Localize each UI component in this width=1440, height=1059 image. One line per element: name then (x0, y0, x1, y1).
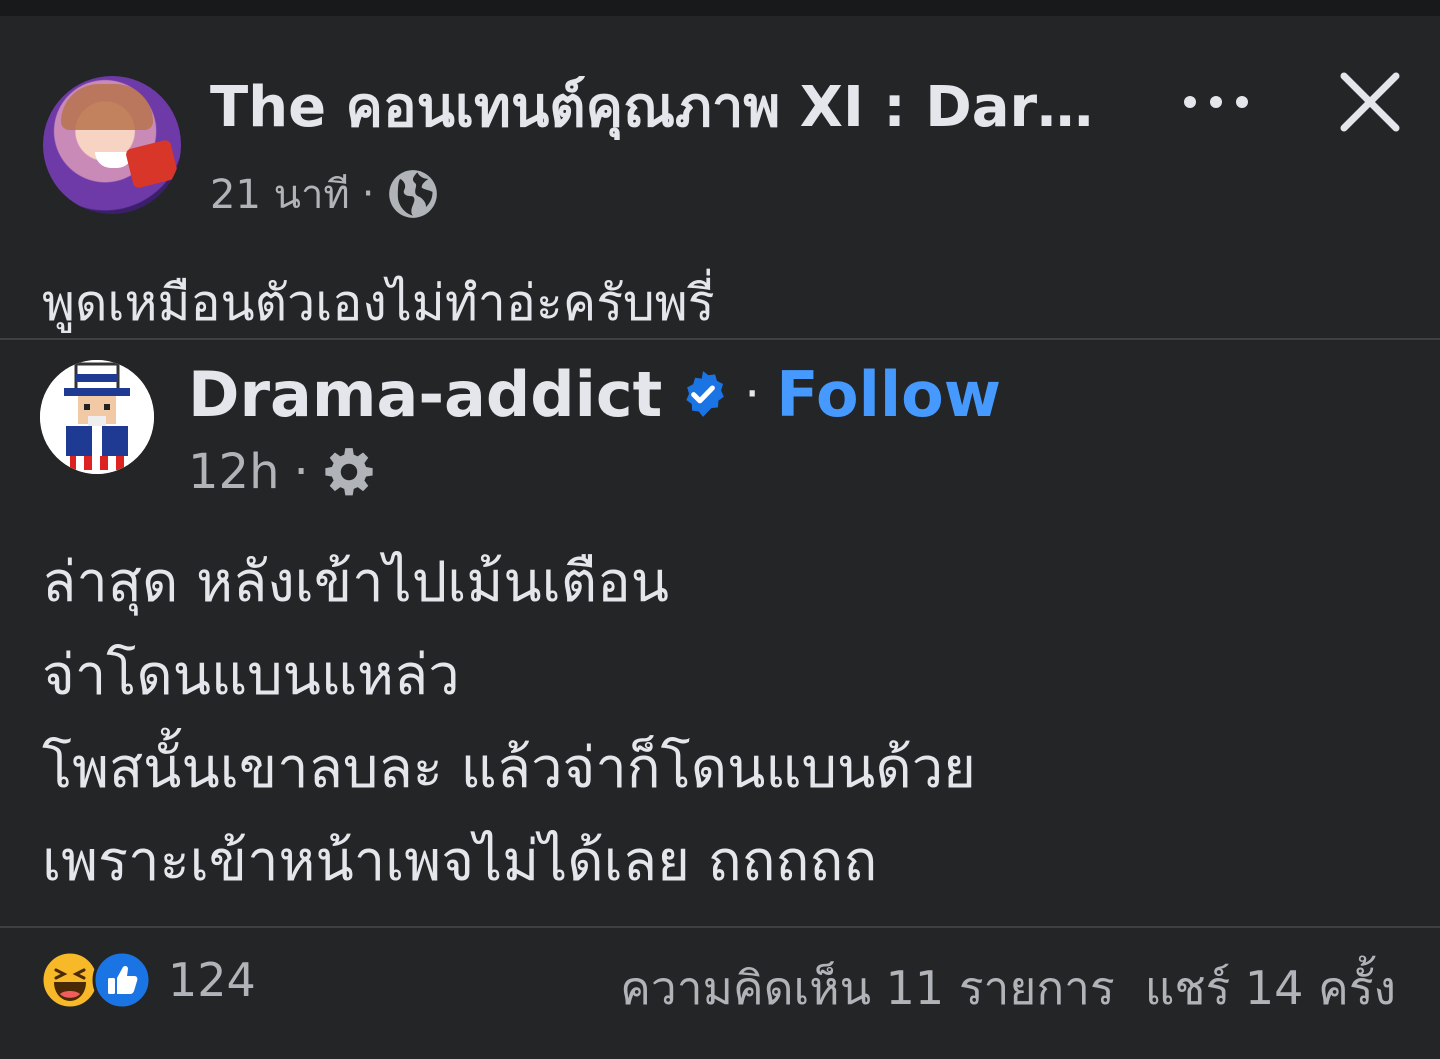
more-horizontal-icon[interactable] (1180, 82, 1252, 122)
shared-page-name[interactable]: Drama-addict (188, 358, 662, 431)
close-icon[interactable] (1338, 70, 1402, 134)
shared-time[interactable]: 12h (188, 444, 280, 500)
avatar-hair (61, 84, 153, 130)
avatar-snack (124, 139, 180, 189)
post-footer: 124 ความคิดเห็น 11 รายการ แชร์ 14 ครั้ง (0, 926, 1440, 1059)
shared-header: Drama-addict · Follow (188, 352, 1001, 436)
reaction-count[interactable]: 124 (168, 953, 256, 1007)
engagement-stats: ความคิดเห็น 11 รายการ แชร์ 14 ครั้ง (620, 952, 1396, 1025)
meta-separator: · (361, 171, 375, 217)
shared-text-line: จ่าโดนแบนแหล่ว (42, 643, 460, 708)
shared-text-line: เพราะเข้าหน้าเพจไม่ได้เลย ถถถถถ (42, 829, 878, 894)
post-time[interactable]: 21 นาที (210, 162, 350, 226)
like-reaction-icon (92, 950, 152, 1010)
post-header: The คอนเทนต์คุณภาพ XI : Dark ... 21 นาที… (0, 16, 1440, 336)
reactions-summary[interactable]: 124 (40, 950, 256, 1010)
shared-post-text: ล่าสุด หลังเข้าไปเม้นเตือน จ่าโดนแบนแหล่… (42, 536, 976, 908)
top-bar (0, 0, 1440, 16)
page-avatar[interactable] (43, 76, 181, 214)
verified-badge-icon (686, 371, 725, 417)
shared-text-line: โพสนั้นเขาลบละ แล้วจ่าก็โดนแบนด้วย (42, 736, 976, 801)
page-title[interactable]: The คอนเทนต์คุณภาพ XI : Dark ... (210, 76, 1130, 140)
shared-time-separator: · (293, 444, 309, 500)
shares-count[interactable]: แชร์ 14 ครั้ง (1145, 952, 1396, 1025)
gear-icon (325, 448, 373, 496)
post-caption: พูดเหมือนตัวเองไม่ทำอ่ะครับพรี่ (42, 274, 715, 332)
shared-meta: 12h · (188, 440, 375, 504)
shared-separator: · (744, 365, 761, 423)
post-meta: 21 นาที · (210, 166, 439, 222)
follow-button[interactable]: Follow (776, 358, 1001, 431)
comments-count[interactable]: ความคิดเห็น 11 รายการ (620, 952, 1115, 1025)
globe-icon (388, 170, 437, 218)
shared-page-avatar[interactable] (40, 360, 154, 474)
shared-post[interactable]: Drama-addict · Follow 12h · ล่าสุด หลังเ… (0, 338, 1440, 928)
uncle-sam-avatar-icon (40, 360, 154, 474)
shared-text-line: ล่าสุด หลังเข้าไปเม้นเตือน (42, 550, 670, 615)
haha-reaction-icon (40, 950, 100, 1010)
